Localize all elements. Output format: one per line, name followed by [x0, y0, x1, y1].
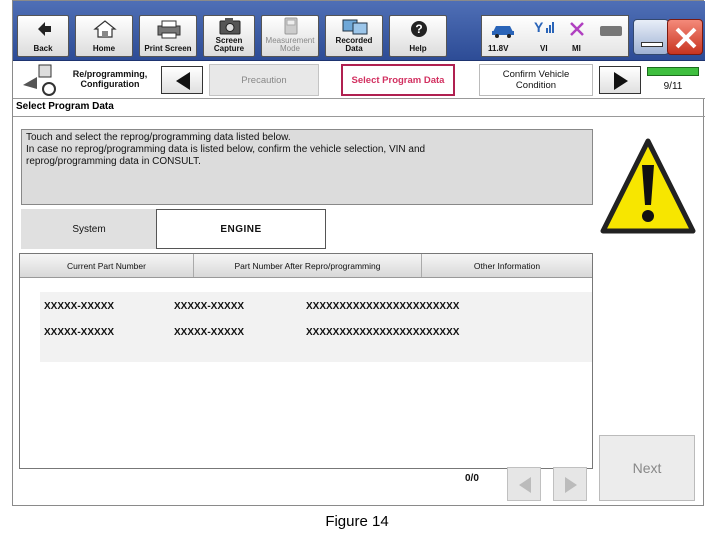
voltage-value: 11.8V: [488, 44, 509, 53]
next-button[interactable]: Next: [599, 435, 695, 501]
screen-title: Select Program Data: [16, 101, 114, 112]
figure-caption: Figure 14: [325, 513, 389, 530]
breadcrumb: Re/programming, Configuration Precaution…: [13, 61, 705, 99]
list-body: XXXXX-XXXXX XXXXX-XXXXX XXXXXXXXXXXXXXXX…: [40, 292, 592, 362]
signal-icon: Y: [534, 19, 554, 35]
recorded-label-2: Data: [345, 44, 363, 53]
page-prev-button[interactable]: [507, 467, 541, 501]
consult-window: Back Home Print Screen Screen Capture Me…: [12, 0, 705, 506]
column-part-number-after: Part Number After Repro/programming: [194, 254, 422, 277]
step-confirm-vehicle-condition: Confirm Vehicle Condition: [479, 64, 593, 96]
help-label: Help: [409, 44, 427, 53]
print-screen-label: Print Screen: [144, 44, 192, 53]
triangle-right-icon: [565, 477, 577, 493]
vi-label: VI: [540, 44, 548, 53]
current-part-number: XXXXX-XXXXX: [44, 301, 115, 312]
close-icon: [675, 27, 697, 49]
triangle-left-icon: [519, 477, 531, 493]
minimize-button[interactable]: [633, 19, 669, 55]
help-button[interactable]: ? Help: [389, 15, 447, 57]
prev-step-button[interactable]: [161, 66, 203, 94]
table-row[interactable]: XXXXX-XXXXX XXXXX-XXXXX XXXXXXXXXXXXXXXX…: [40, 324, 592, 342]
recorded-data-button[interactable]: Recorded Data: [325, 15, 383, 57]
triangle-left-icon: [176, 72, 190, 90]
status-panel: 11.8V Y VI MI: [481, 15, 629, 57]
svg-text:?: ?: [415, 22, 422, 36]
printer-icon: [157, 20, 181, 39]
car-battery-icon: [492, 26, 514, 38]
title-divider: [13, 116, 705, 117]
screen-capture-label-2: Capture: [213, 44, 245, 53]
column-current-part-number: Current Part Number: [20, 254, 194, 277]
back-button[interactable]: Back: [17, 15, 69, 57]
home-icon: [93, 20, 117, 38]
svg-text:Y: Y: [534, 19, 544, 35]
recorded-data-icon: [342, 19, 368, 35]
list-header: Current Part Number Part Number After Re…: [20, 254, 592, 278]
other-information: XXXXXXXXXXXXXXXXXXXXXXX: [306, 327, 460, 338]
triangle-right-icon: [614, 72, 628, 90]
mi-disconnected-icon: [570, 22, 584, 36]
back-label: Back: [33, 44, 53, 53]
new-part-number: XXXXX-XXXXX: [174, 327, 245, 338]
screen-capture-button[interactable]: Screen Capture: [203, 15, 255, 57]
warning-icon: [600, 138, 696, 234]
back-arrow-icon: [38, 22, 51, 36]
step-confirm-line1: Confirm Vehicle: [502, 69, 570, 80]
table-row[interactable]: XXXXX-XXXXX XXXXX-XXXXX XXXXXXXXXXXXXXXX…: [40, 298, 592, 316]
step-confirm-line2: Condition: [515, 80, 557, 91]
message-line2: In case no reprog/programming data is li…: [26, 144, 426, 155]
app-label: Re/programming, Configuration: [67, 69, 153, 89]
system-label: System: [21, 209, 157, 249]
page-next-button[interactable]: [553, 467, 587, 501]
page-indicator: 0/0: [465, 473, 479, 484]
help-icon: ?: [411, 21, 427, 37]
step-precaution: Precaution: [209, 64, 319, 96]
print-screen-button[interactable]: Print Screen: [139, 15, 197, 57]
measurement-mode-button[interactable]: Measurement Mode: [261, 15, 319, 57]
step-select-program-data: Select Program Data: [341, 64, 455, 96]
next-step-button[interactable]: [599, 66, 641, 94]
system-value: ENGINE: [156, 209, 326, 249]
mi-label: MI: [572, 44, 581, 53]
meter-icon: [284, 17, 298, 35]
home-label: Home: [92, 44, 116, 53]
minimize-icon: [641, 42, 663, 47]
toolbar: Back Home Print Screen Screen Capture Me…: [13, 1, 705, 61]
message-line1: Touch and select the reprog/programming …: [26, 132, 291, 143]
home-button[interactable]: Home: [75, 15, 133, 57]
column-other-information: Other Information: [473, 260, 541, 271]
close-button[interactable]: [667, 19, 703, 55]
instruction-message: Touch and select the reprog/programming …: [21, 129, 593, 205]
progress-bar: [647, 67, 699, 76]
other-information: XXXXXXXXXXXXXXXXXXXXXXX: [306, 301, 460, 312]
battery-icon: [600, 26, 622, 36]
current-part-number: XXXXX-XXXXX: [44, 327, 115, 338]
app-label-line2: Configuration: [80, 79, 140, 89]
new-part-number: XXXXX-XXXXX: [174, 301, 245, 312]
measurement-label-2: Mode: [279, 44, 300, 53]
message-line3: reprog/programming data in CONSULT.: [26, 156, 201, 167]
camera-icon: [219, 18, 241, 35]
page-count: 9/11: [663, 81, 683, 92]
app-label-line1: Re/programming,: [72, 69, 148, 79]
reprogramming-icon: [23, 64, 56, 96]
program-data-list: Current Part Number Part Number After Re…: [19, 253, 593, 469]
